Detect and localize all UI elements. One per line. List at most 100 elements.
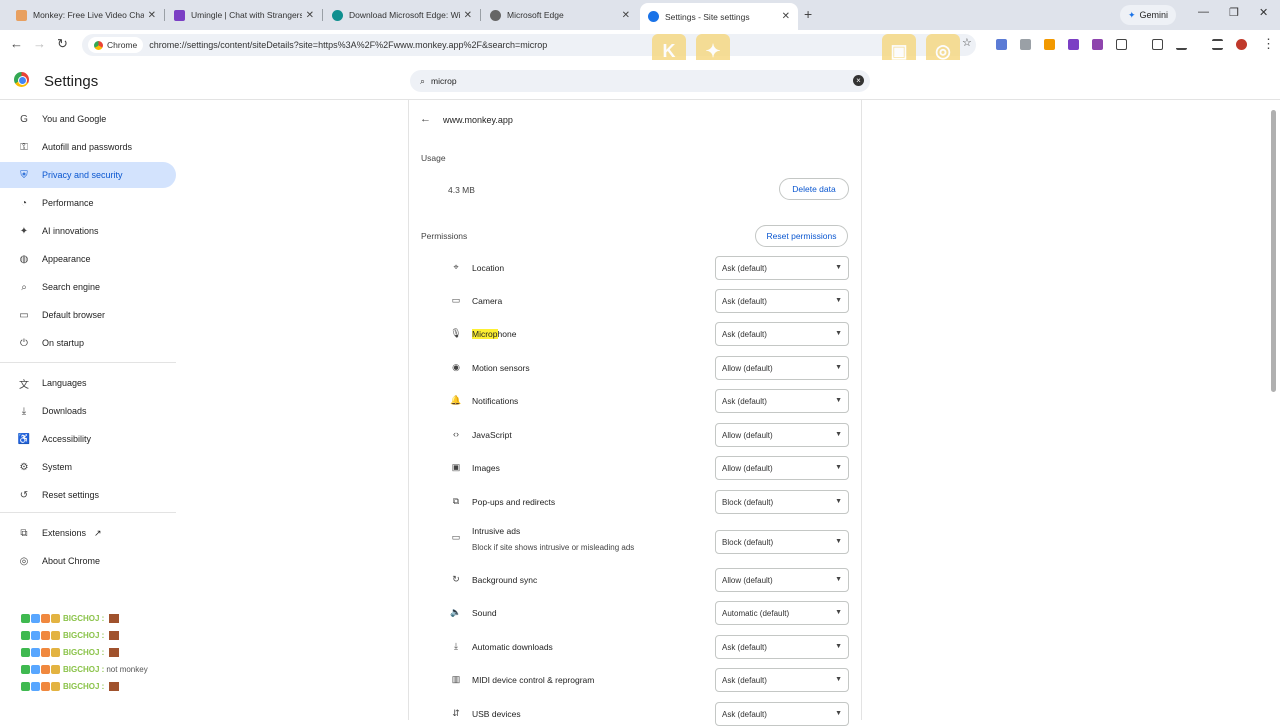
close-tab-icon[interactable]: ✕ xyxy=(782,11,790,22)
permission-label-text: JavaScript xyxy=(472,430,512,440)
search-highlight: Microp xyxy=(472,329,498,339)
sidebar-item-extensions[interactable]: ⧉ Extensions ↗ xyxy=(0,520,176,546)
reload-icon[interactable]: ↻ xyxy=(57,36,68,52)
menu-icon[interactable]: ⋮ xyxy=(1262,36,1275,52)
sidebar-item-ai-innovations[interactable]: ✦ AI innovations xyxy=(0,218,176,244)
sidebar-item-accessibility[interactable]: ♿ Accessibility xyxy=(0,426,176,452)
close-tab-icon[interactable]: ✕ xyxy=(306,10,314,21)
permission-select[interactable]: Ask (default) ▼ xyxy=(715,635,849,659)
permission-select[interactable]: Ask (default) ▼ xyxy=(715,389,849,413)
close-tab-icon[interactable]: ✕ xyxy=(464,10,472,21)
close-tab-icon[interactable]: ✕ xyxy=(148,10,156,21)
permission-select[interactable]: Ask (default) ▼ xyxy=(715,322,849,346)
permission-label-text: MIDI device control & reprogram xyxy=(472,675,595,685)
sidebar-item-languages[interactable]: 文 Languages xyxy=(0,370,176,396)
tab-microsoft-edge[interactable]: Microsoft Edge ✕ xyxy=(482,4,638,26)
sidebar-item-appearance[interactable]: ◍ Appearance xyxy=(0,246,176,272)
permission-label: Motion sensors xyxy=(472,363,530,373)
address-bar[interactable]: Chrome chrome://settings/content/siteDet… xyxy=(82,34,976,56)
sidebar-item-reset-settings[interactable]: ↺ Reset settings xyxy=(0,482,176,508)
tab-edge-download[interactable]: Download Microsoft Edge: Win ✕ xyxy=(324,4,480,26)
chat-emote-icon xyxy=(109,647,120,657)
permission-row: ▥ MIDI device control & reprogram Ask (def… xyxy=(448,666,850,694)
fox-extension-icon[interactable] xyxy=(1044,39,1055,50)
purple-extension-icon[interactable] xyxy=(1068,39,1079,50)
sidebar-item-search-engine[interactable]: ⌕ Search engine xyxy=(0,274,176,300)
scrollbar[interactable] xyxy=(1271,110,1276,392)
chat-emote-icon xyxy=(109,630,120,640)
permission-select[interactable]: Ask (default) ▼ xyxy=(715,668,849,692)
permission-select[interactable]: Automatic (default) ▼ xyxy=(715,601,849,625)
chevron-down-icon: ▼ xyxy=(835,710,842,717)
permission-icon: ▭ xyxy=(451,532,461,542)
gear-favicon-icon xyxy=(648,11,659,22)
new-tab-icon[interactable]: + xyxy=(804,6,812,22)
sidebar-icon: ⏻ xyxy=(20,337,28,349)
tab-monkey[interactable]: Monkey: Free Live Video Chat w ✕ xyxy=(8,4,164,26)
shield-extension-icon[interactable] xyxy=(1020,39,1031,50)
back-icon[interactable]: ← xyxy=(10,36,23,51)
permission-icon: ▥ xyxy=(451,674,461,684)
chat-username: BIGCHOJ : xyxy=(63,647,105,657)
maximize-icon[interactable]: ❐ xyxy=(1229,6,1239,19)
sidebar-item-privacy-and-security[interactable]: ⛨ Privacy and security xyxy=(0,162,176,188)
sidebar-item-label: Reset settings xyxy=(42,490,100,500)
chat-emote-icon xyxy=(109,613,120,623)
sidebar-item-default-browser[interactable]: ▭ Default browser xyxy=(0,302,176,328)
permission-select[interactable]: Block (default) ▼ xyxy=(715,490,849,514)
sidebar-icon: ⤓ xyxy=(21,405,27,417)
permission-select-value: Block (default) xyxy=(722,497,774,507)
reset-permissions-button[interactable]: Reset permissions xyxy=(755,225,848,247)
sidebar-item-downloads[interactable]: ⤓ Downloads xyxy=(0,398,176,424)
sidebar-item-system[interactable]: ⚙ System xyxy=(0,454,176,480)
globe-favicon-icon xyxy=(490,9,501,21)
clear-search-icon[interactable]: × xyxy=(853,75,864,86)
chat-username: BIGCHOJ : xyxy=(63,681,105,691)
permission-select[interactable]: Allow (default) ▼ xyxy=(715,456,849,480)
chat-badge-icon xyxy=(21,681,30,691)
sidebar-item-performance[interactable]: ◔ Performance xyxy=(0,190,176,216)
permission-select[interactable]: Allow (default) ▼ xyxy=(715,356,849,380)
permission-sublabel: Block if site shows intrusive or mislead… xyxy=(472,543,635,552)
close-window-icon[interactable]: ✕ xyxy=(1259,6,1268,19)
side-panel-icon[interactable] xyxy=(1152,39,1163,50)
bot-extension-icon[interactable] xyxy=(1092,39,1103,50)
permission-select[interactable]: Allow (default) ▼ xyxy=(715,423,849,447)
tab-umingle[interactable]: Umingle | Chat with Strangers | ✕ xyxy=(166,4,322,26)
sidebar-item-you-and-google[interactable]: G You and Google xyxy=(0,106,176,132)
permission-select[interactable]: Ask (default) ▼ xyxy=(715,256,849,280)
monkey-favicon-icon xyxy=(16,9,27,21)
sidebar-item-about-chrome[interactable]: ◎ About Chrome xyxy=(0,548,176,574)
minimize-icon[interactable]: — xyxy=(1198,6,1209,18)
translate-extension-icon[interactable] xyxy=(996,39,1007,50)
forward-icon[interactable]: → xyxy=(33,36,46,51)
permission-label: Pop-ups and redirects xyxy=(472,497,555,507)
permission-select[interactable]: Block (default) ▼ xyxy=(715,530,849,554)
media-control-icon[interactable] xyxy=(1212,39,1223,50)
close-tab-icon[interactable]: ✕ xyxy=(622,10,630,21)
bookmark-star-icon[interactable]: ☆ xyxy=(962,36,972,49)
delete-data-button[interactable]: Delete data xyxy=(779,178,849,200)
permission-select[interactable]: Ask (default) ▼ xyxy=(715,289,849,313)
sidebar-item-on-startup[interactable]: ⏻ On startup xyxy=(0,330,176,356)
download-icon[interactable] xyxy=(1176,39,1187,50)
chat-badge-icon xyxy=(41,664,50,674)
sidebar-item-autofill-and-passwords[interactable]: ⚿ Autofill and passwords xyxy=(0,134,176,160)
profile-avatar[interactable] xyxy=(1236,39,1247,50)
permission-label: Automatic downloads xyxy=(472,642,553,652)
gemini-button[interactable]: ✦ Gemini xyxy=(1120,5,1177,25)
extensions-puzzle-icon[interactable] xyxy=(1116,39,1127,50)
chat-badge-icon xyxy=(51,613,60,623)
permission-select[interactable]: Ask (default) ▼ xyxy=(715,702,849,726)
permission-icon: ▣ xyxy=(451,462,461,472)
back-arrow-icon[interactable]: ← xyxy=(420,113,431,125)
site-info-chip[interactable]: Chrome xyxy=(88,37,144,53)
permission-select[interactable]: Allow (default) ▼ xyxy=(715,568,849,592)
tab-title: Monkey: Free Live Video Chat w xyxy=(33,10,144,20)
permissions-heading: Permissions xyxy=(421,231,468,241)
permission-label-text: Automatic downloads xyxy=(472,642,553,652)
sidebar-item-label: About Chrome xyxy=(42,556,101,566)
sidebar-divider xyxy=(0,512,176,513)
tab-settings[interactable]: Settings - Site settings ✕ xyxy=(640,3,798,30)
settings-search-input[interactable]: ⌕ microp × xyxy=(410,70,870,92)
